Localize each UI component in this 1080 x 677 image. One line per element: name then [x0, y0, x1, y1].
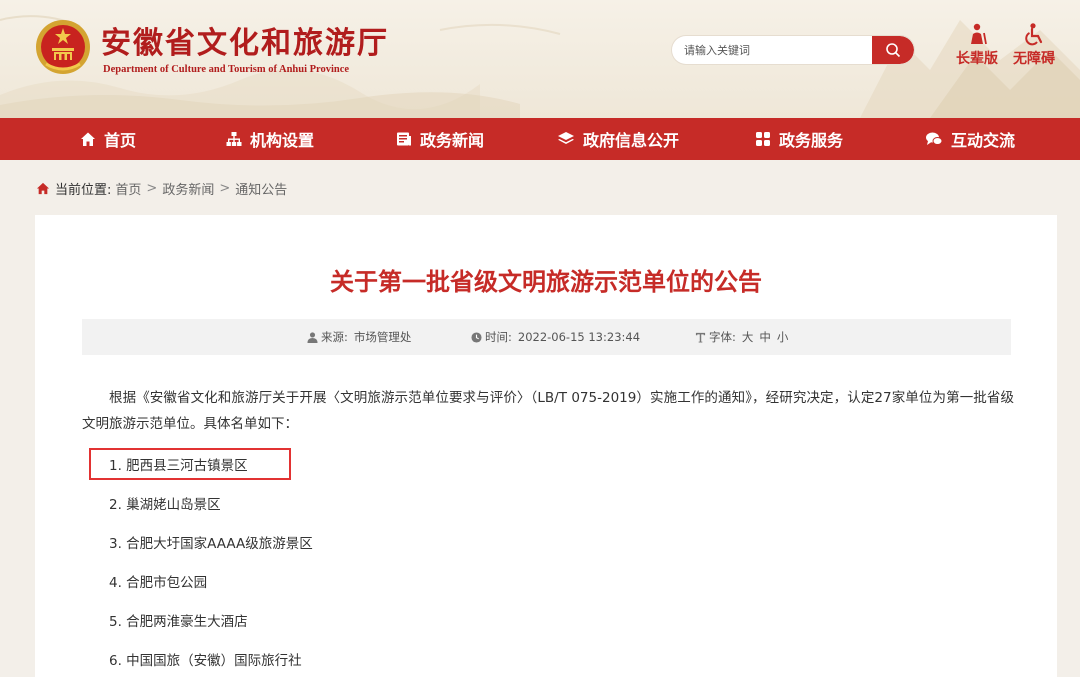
font-icon: [695, 332, 706, 343]
meta-source-value: 市场管理处: [353, 330, 412, 344]
breadcrumb-separator: >: [146, 180, 158, 196]
nav-label: 机构设置: [250, 131, 315, 150]
search-box: [672, 36, 914, 64]
accessibility-icon: [1025, 23, 1043, 46]
nav-item-info-disclosure[interactable]: 政府信息公开: [557, 118, 679, 160]
breadcrumb-label: 当前位置:: [55, 182, 112, 198]
nav-label: 政务新闻: [420, 131, 485, 150]
nav-item-interaction[interactable]: 互动交流: [925, 118, 1015, 160]
elder-mode-button[interactable]: 长辈版: [952, 22, 1002, 68]
nav-label: 互动交流: [951, 131, 1016, 150]
news-icon: [397, 132, 411, 146]
list-item: 5. 合肥两淮豪生大酒店: [109, 614, 248, 630]
org-chart-icon: [226, 132, 242, 146]
breadcrumb: 当前位置: 首页 > 政务新闻 > 通知公告: [36, 178, 287, 198]
breadcrumb-separator: >: [219, 180, 231, 196]
font-size-large-button[interactable]: 大: [742, 329, 754, 345]
list-item: 3. 合肥大圩国家AAAA级旅游景区: [109, 536, 313, 552]
nav-item-news[interactable]: 政务新闻: [396, 118, 484, 160]
meta-time-label: 时间:: [485, 330, 512, 344]
accessibility-button[interactable]: 无障碍: [1009, 22, 1059, 68]
user-icon: [307, 331, 318, 343]
grid-icon: [756, 132, 770, 146]
nav-label: 首页: [104, 131, 137, 150]
national-emblem-logo: [36, 20, 90, 74]
site-title: 安徽省文化和旅游厅: [101, 26, 389, 61]
article-meta-bar: 来源: 市场管理处 时间: 2022-06-15 13:23:44 字体: 大 …: [82, 319, 1011, 355]
nav-item-organization[interactable]: 机构设置: [226, 118, 314, 160]
site-subtitle: Department of Culture and Tourism of Anh…: [103, 64, 350, 75]
breadcrumb-link-home[interactable]: 首页: [115, 179, 141, 198]
breadcrumb-link-notices[interactable]: 通知公告: [235, 179, 287, 198]
article-title: 关于第一批省级文明旅游示范单位的公告: [330, 268, 762, 296]
nav-label: 政务服务: [779, 131, 844, 150]
breadcrumb-link-news[interactable]: 政务新闻: [162, 179, 214, 198]
elder-mode-label: 长辈版: [956, 51, 998, 67]
meta-time-value: 2022-06-15 13:23:44: [517, 330, 641, 344]
meta-source-label: 来源:: [321, 330, 348, 344]
site-header: 安徽省文化和旅游厅 Department of Culture and Tour…: [0, 0, 1080, 118]
home-icon: [81, 132, 95, 146]
highlight-annotation-box: [89, 448, 291, 480]
nav-item-services[interactable]: 政务服务: [755, 118, 843, 160]
meta-source: 来源: 市场管理处: [307, 319, 411, 355]
search-button[interactable]: [872, 36, 914, 64]
nav-label: 政府信息公开: [583, 131, 680, 150]
list-item: 4. 合肥市包公园: [109, 575, 208, 591]
font-size-medium-button[interactable]: 中: [759, 329, 771, 345]
search-icon: [886, 43, 901, 58]
meta-time: 时间: 2022-06-15 13:23:44: [471, 319, 640, 355]
meta-font-size: 字体: 大 中 小: [695, 319, 788, 355]
home-icon: [36, 182, 50, 194]
elder-icon: [971, 23, 987, 45]
list-item: 6. 中国国旅（安徽）国际旅行社: [109, 653, 302, 669]
nav-item-home[interactable]: 首页: [80, 118, 136, 160]
list-item: 2. 巢湖姥山岛景区: [109, 497, 221, 513]
accessibility-label: 无障碍: [1013, 51, 1055, 67]
font-size-small-button[interactable]: 小: [777, 329, 789, 345]
chat-icon: [926, 132, 943, 145]
main-nav: 首页 机构设置 政务新闻 政府信息公开 政务服务 互动交流: [0, 118, 1080, 160]
layers-icon: [558, 132, 574, 144]
article-intro: 根据《安徽省文化和旅游厅关于开展〈文明旅游示范单位要求与评价〉（LB/T 075…: [82, 390, 1014, 432]
clock-icon: [471, 331, 482, 343]
meta-font-label: 字体:: [709, 330, 736, 344]
search-input[interactable]: [672, 36, 872, 64]
